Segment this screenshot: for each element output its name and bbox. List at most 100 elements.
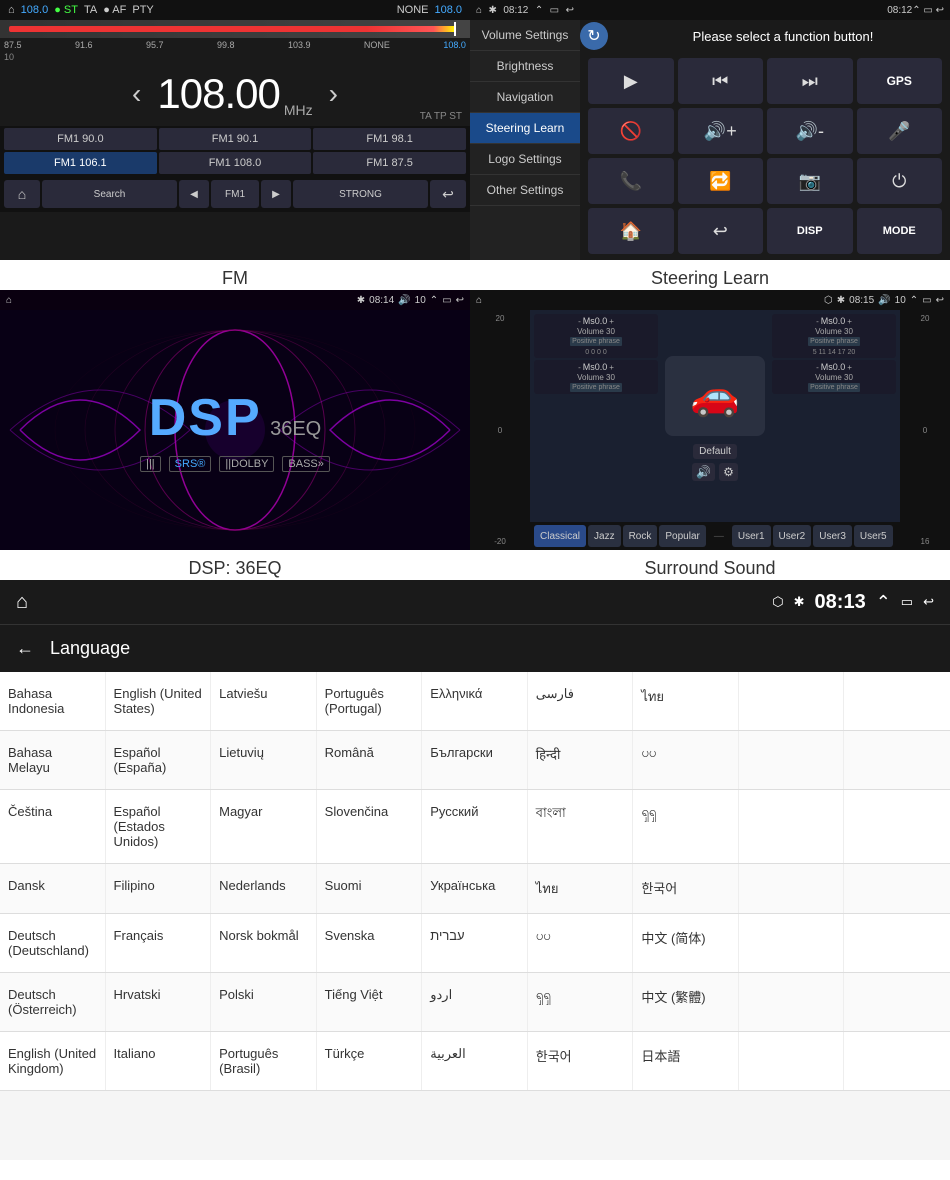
- fm-preset-2[interactable]: FM1 90.1: [159, 128, 312, 150]
- surround-tab-user3[interactable]: User3: [813, 525, 852, 547]
- st-power-button[interactable]: ⏻: [857, 158, 943, 204]
- st-back-button[interactable]: ↩: [678, 208, 764, 254]
- st-play-button[interactable]: ▶: [588, 58, 674, 104]
- lang-cell-slovak[interactable]: Slovenčina: [317, 790, 423, 863]
- st-gps-button[interactable]: GPS: [857, 58, 943, 104]
- lang-cell-japanese[interactable]: 日本語: [633, 1032, 739, 1090]
- lang-cell-danish[interactable]: Dansk: [0, 864, 106, 913]
- lang-cell-german-at[interactable]: Deutsch (Österreich): [0, 973, 106, 1031]
- fm-search-button[interactable]: Search: [42, 180, 177, 208]
- lang-cell-vietnamese[interactable]: Tiếng Việt: [317, 973, 423, 1031]
- st-repeat-button[interactable]: 🔁: [678, 158, 764, 204]
- surround-tab-jazz[interactable]: Jazz: [588, 525, 621, 547]
- fm-prev-button[interactable]: ‹: [116, 78, 157, 110]
- st-disp-button[interactable]: DISP: [767, 208, 853, 254]
- lang-cell-croatian[interactable]: Hrvatski: [106, 973, 212, 1031]
- eq-rr-minus[interactable]: -: [816, 363, 819, 372]
- st-vol-down-button[interactable]: 🔊-: [767, 108, 853, 154]
- lang-cell-english-uk[interactable]: English (United Kingdom): [0, 1032, 106, 1090]
- lang-cell-dutch[interactable]: Nederlands: [211, 864, 317, 913]
- fm-next-track-button[interactable]: ▶: [261, 180, 291, 208]
- lang-cell-greek[interactable]: Ελληνικά: [422, 672, 528, 730]
- st-mute-button[interactable]: 🚫: [588, 108, 674, 154]
- lang-cell-portuguese-br[interactable]: Português (Brasil): [211, 1032, 317, 1090]
- surround-default-button[interactable]: Default: [693, 444, 737, 459]
- st-home-button[interactable]: 🏠: [588, 208, 674, 254]
- st-mic-button[interactable]: 🎤: [857, 108, 943, 154]
- sidebar-other-settings[interactable]: Other Settings: [470, 175, 580, 206]
- lang-cell-norwegian[interactable]: Norsk bokmål: [211, 914, 317, 972]
- lang-cell-french[interactable]: Français: [106, 914, 212, 972]
- lang-cell-bengali[interactable]: বাংলা: [528, 790, 634, 863]
- st-mode-button[interactable]: MODE: [857, 208, 943, 254]
- fm-prev-track-button[interactable]: ◀: [179, 180, 209, 208]
- lang-cell-swedish[interactable]: Svenska: [317, 914, 423, 972]
- lang-cell-thai-2[interactable]: ไทย: [528, 864, 634, 913]
- eq-rr-plus[interactable]: +: [847, 363, 852, 372]
- lang-cell-burmese[interactable]: ပပ: [633, 731, 739, 789]
- lang-cell-finnish[interactable]: Suomi: [317, 864, 423, 913]
- sidebar-brightness[interactable]: Brightness: [470, 51, 580, 82]
- surround-speaker-icon[interactable]: 🔊: [692, 463, 715, 481]
- fm-preset-6[interactable]: FM1 87.5: [313, 152, 466, 174]
- lang-cell-chinese-traditional[interactable]: 中文 (繁體): [633, 973, 739, 1031]
- lang-cell-spanish-es[interactable]: Español (España): [106, 731, 212, 789]
- surround-tab-popular[interactable]: Popular: [659, 525, 705, 547]
- lang-cell-korean[interactable]: 한국어: [633, 864, 739, 913]
- lang-cell-arabic[interactable]: العربية: [422, 1032, 528, 1090]
- lang-cell-german-de[interactable]: Deutsch (Deutschland): [0, 914, 106, 972]
- lang-cell-persian[interactable]: فارسی: [528, 672, 634, 730]
- st-vol-up-button[interactable]: 🔊+: [678, 108, 764, 154]
- eq-rl-minus[interactable]: -: [578, 363, 581, 372]
- lang-cell-turkish[interactable]: Türkçe: [317, 1032, 423, 1090]
- fm-home-button[interactable]: ⌂: [4, 180, 40, 208]
- fm-next-button[interactable]: ›: [313, 78, 354, 110]
- eq-fl-minus[interactable]: -: [578, 317, 581, 326]
- lang-cell-ukrainian[interactable]: Українська: [422, 864, 528, 913]
- eq-rl-plus[interactable]: +: [609, 363, 614, 372]
- lang-cell-spanish-us[interactable]: Español (Estados Unidos): [106, 790, 212, 863]
- fm-preset-3[interactable]: FM1 98.1: [313, 128, 466, 150]
- st-camera-button[interactable]: 📷: [767, 158, 853, 204]
- eq-fr-plus[interactable]: +: [847, 317, 852, 326]
- eq-fr-minus[interactable]: -: [816, 317, 819, 326]
- sidebar-logo-settings[interactable]: Logo Settings: [470, 144, 580, 175]
- lang-cell-mon-2[interactable]: ၡၡ: [528, 973, 634, 1031]
- surround-tab-user5[interactable]: User5: [854, 525, 893, 547]
- st-prev-button[interactable]: ⏮: [678, 58, 764, 104]
- st-call-button[interactable]: 📞: [588, 158, 674, 204]
- lang-cell-thai[interactable]: ไทย: [633, 672, 739, 730]
- lang-cell-bahasa-indonesia[interactable]: Bahasa Indonesia: [0, 672, 106, 730]
- lang-cell-bulgarian[interactable]: Български: [422, 731, 528, 789]
- sidebar-navigation[interactable]: Navigation: [470, 82, 580, 113]
- sidebar-steering-learn[interactable]: Steering Learn: [470, 113, 580, 144]
- lang-cell-russian[interactable]: Русский: [422, 790, 528, 863]
- lang-cell-hungarian[interactable]: Magyar: [211, 790, 317, 863]
- steering-refresh-icon[interactable]: ↻: [580, 22, 608, 50]
- st-next-button[interactable]: ⏭: [767, 58, 853, 104]
- lang-cell-bahasa-melayu[interactable]: Bahasa Melayu: [0, 731, 106, 789]
- lang-cell-filipino[interactable]: Filipino: [106, 864, 212, 913]
- fm-fm1-button[interactable]: FM1: [211, 180, 259, 208]
- lang-cell-hindi[interactable]: हिन्दी: [528, 731, 634, 789]
- surround-settings-icon[interactable]: ⚙: [719, 463, 738, 481]
- lang-cell-czech[interactable]: Čeština: [0, 790, 106, 863]
- language-back-button[interactable]: ←: [16, 638, 34, 659]
- lang-cell-portuguese-pt[interactable]: Português (Portugal): [317, 672, 423, 730]
- lang-cell-urdu[interactable]: اردو: [422, 973, 528, 1031]
- lang-cell-hebrew[interactable]: עברית: [422, 914, 528, 972]
- surround-tab-user2[interactable]: User2: [773, 525, 812, 547]
- eq-fl-plus[interactable]: +: [609, 317, 614, 326]
- surround-tab-user1[interactable]: User1: [732, 525, 771, 547]
- lang-cell-latviesu[interactable]: Latviešu: [211, 672, 317, 730]
- lang-cell-mon[interactable]: ၡၡ: [633, 790, 739, 863]
- fm-preset-5[interactable]: FM1 108.0: [159, 152, 312, 174]
- lang-cell-romanian[interactable]: Română: [317, 731, 423, 789]
- lang-cell-burmese-2[interactable]: ပပ: [528, 914, 634, 972]
- lang-cell-lithuanian[interactable]: Lietuvių: [211, 731, 317, 789]
- lang-cell-korean-2[interactable]: 한국어: [528, 1032, 634, 1090]
- fm-back-button[interactable]: ↩: [430, 180, 466, 208]
- fm-preset-1[interactable]: FM1 90.0: [4, 128, 157, 150]
- surround-tab-rock[interactable]: Rock: [623, 525, 658, 547]
- surround-tab-classical[interactable]: Classical: [534, 525, 586, 547]
